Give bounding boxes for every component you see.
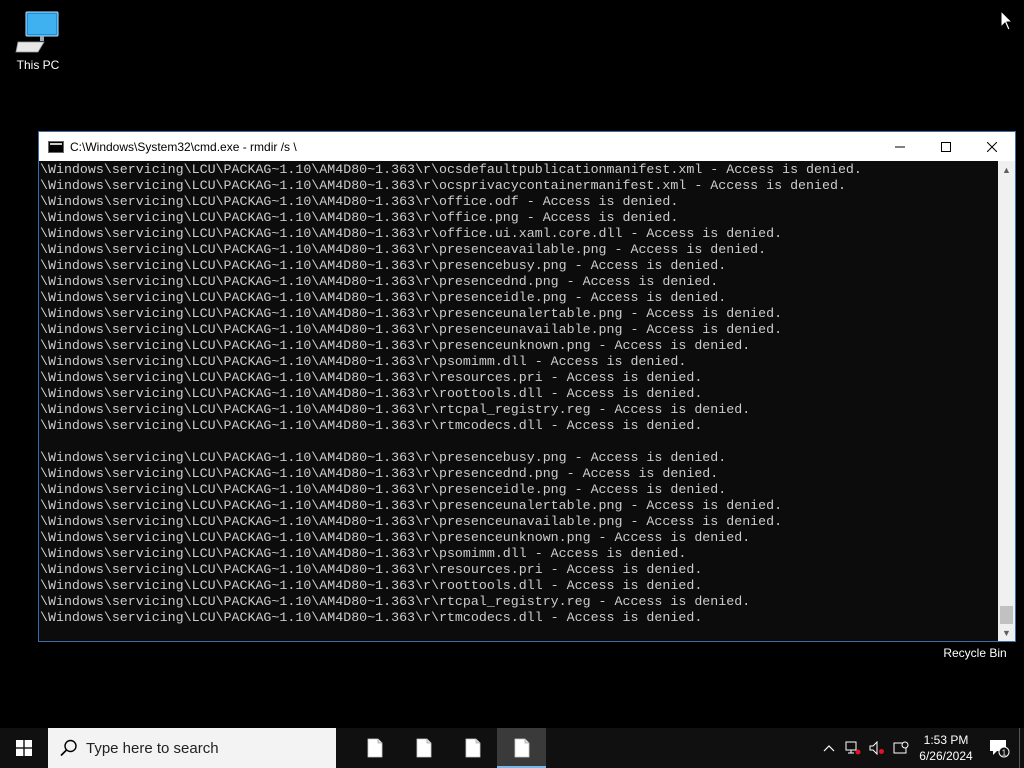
terminal-line: \Windows\servicing\LCU\PACKAG~1.10\AM4D8… xyxy=(40,322,783,337)
document-icon xyxy=(367,738,382,758)
search-placeholder: Type here to search xyxy=(86,739,219,757)
close-icon xyxy=(987,141,997,152)
terminal-line: \Windows\servicing\LCU\PACKAG~1.10\AM4D8… xyxy=(40,178,846,193)
clock-time: 1:53 PM xyxy=(923,733,969,747)
input-indicator-icon[interactable] xyxy=(889,728,913,768)
mouse-cursor-icon xyxy=(1000,10,1014,31)
terminal-line: \Windows\servicing\LCU\PACKAG~1.10\AM4D8… xyxy=(40,354,687,369)
terminal-line: \Windows\servicing\LCU\PACKAG~1.10\AM4D8… xyxy=(40,562,703,577)
terminal-line: \Windows\servicing\LCU\PACKAG~1.10\AM4D8… xyxy=(40,210,679,225)
terminal-line: \Windows\servicing\LCU\PACKAG~1.10\AM4D8… xyxy=(40,242,767,257)
title-bar[interactable]: C:\Windows\System32\cmd.exe - rmdir /s \ xyxy=(39,132,1015,161)
window-title: C:\Windows\System32\cmd.exe - rmdir /s \ xyxy=(70,139,297,154)
terminal-line: \Windows\servicing\LCU\PACKAG~1.10\AM4D8… xyxy=(40,418,703,433)
terminal-line: \Windows\servicing\LCU\PACKAG~1.10\AM4D8… xyxy=(40,194,679,209)
maximize-button[interactable] xyxy=(923,132,969,161)
terminal-line: \Windows\servicing\LCU\PACKAG~1.10\AM4D8… xyxy=(40,482,727,497)
taskbar-app-button[interactable] xyxy=(497,728,546,768)
terminal-line: \Windows\servicing\LCU\PACKAG~1.10\AM4D8… xyxy=(40,466,719,481)
taskbar-search-box[interactable]: Type here to search xyxy=(48,728,336,768)
document-icon xyxy=(465,738,480,758)
taskbar-app-button[interactable] xyxy=(399,728,448,768)
terminal-line: \Windows\servicing\LCU\PACKAG~1.10\AM4D8… xyxy=(40,514,783,529)
terminal-line: \Windows\servicing\LCU\PACKAG~1.10\AM4D8… xyxy=(40,594,751,609)
computer-icon xyxy=(15,11,59,53)
taskbar: Type here to search 1:53 PM 6/26/2024 1 xyxy=(0,728,1024,768)
close-button[interactable] xyxy=(969,132,1015,161)
taskbar-app-button[interactable] xyxy=(350,728,399,768)
maximize-icon xyxy=(941,141,951,152)
terminal-line: \Windows\servicing\LCU\PACKAG~1.10\AM4D8… xyxy=(40,162,862,177)
windows-logo-icon xyxy=(16,740,32,756)
terminal-line: \Windows\servicing\LCU\PACKAG~1.10\AM4D8… xyxy=(40,258,727,273)
terminal-line: \Windows\servicing\LCU\PACKAG~1.10\AM4D8… xyxy=(40,338,751,353)
vertical-scrollbar[interactable]: ▲ ▼ xyxy=(998,161,1015,641)
terminal-line: \Windows\servicing\LCU\PACKAG~1.10\AM4D8… xyxy=(40,530,751,545)
terminal-line: \Windows\servicing\LCU\PACKAG~1.10\AM4D8… xyxy=(40,290,727,305)
action-center-button[interactable]: 1 xyxy=(979,728,1019,768)
terminal-line: \Windows\servicing\LCU\PACKAG~1.10\AM4D8… xyxy=(40,306,783,321)
notification-count: 1 xyxy=(1002,749,1007,758)
terminal-line: \Windows\servicing\LCU\PACKAG~1.10\AM4D8… xyxy=(40,274,719,289)
scroll-up-arrow-icon[interactable]: ▲ xyxy=(998,161,1015,178)
show-hidden-icons-chevron-icon[interactable] xyxy=(817,728,841,768)
minimize-button[interactable] xyxy=(877,132,923,161)
terminal-line: \Windows\servicing\LCU\PACKAG~1.10\AM4D8… xyxy=(40,370,703,385)
clock-date: 6/26/2024 xyxy=(919,749,973,763)
terminal-line: \Windows\servicing\LCU\PACKAG~1.10\AM4D8… xyxy=(40,498,783,513)
terminal-line: \Windows\servicing\LCU\PACKAG~1.10\AM4D8… xyxy=(40,226,783,241)
network-icon[interactable] xyxy=(841,728,865,768)
terminal-line: \Windows\servicing\LCU\PACKAG~1.10\AM4D8… xyxy=(40,450,727,465)
scrollbar-thumb[interactable] xyxy=(1000,606,1013,624)
terminal-line: \Windows\servicing\LCU\PACKAG~1.10\AM4D8… xyxy=(40,546,687,561)
terminal-line: \Windows\servicing\LCU\PACKAG~1.10\AM4D8… xyxy=(40,610,703,625)
desktop-icon-this-pc[interactable]: This PC xyxy=(0,8,76,72)
taskbar-clock[interactable]: 1:53 PM 6/26/2024 xyxy=(913,732,979,764)
document-icon xyxy=(514,738,529,758)
terminal-line: \Windows\servicing\LCU\PACKAG~1.10\AM4D8… xyxy=(40,402,751,417)
terminal-line: \Windows\servicing\LCU\PACKAG~1.10\AM4D8… xyxy=(40,578,703,593)
taskbar-app-button[interactable] xyxy=(448,728,497,768)
cmd-window[interactable]: C:\Windows\System32\cmd.exe - rmdir /s \… xyxy=(38,131,1016,642)
search-icon xyxy=(60,739,77,757)
recycle-bin-label: Recycle Bin xyxy=(943,646,1007,660)
minimize-icon xyxy=(895,146,905,147)
start-button[interactable] xyxy=(0,728,48,768)
terminal-line: \Windows\servicing\LCU\PACKAG~1.10\AM4D8… xyxy=(40,386,703,401)
cmd-icon xyxy=(48,140,64,153)
this-pc-label: This PC xyxy=(16,58,60,72)
volume-muted-icon[interactable] xyxy=(865,728,889,768)
terminal-output[interactable]: \Windows\servicing\LCU\PACKAG~1.10\AM4D8… xyxy=(39,161,998,641)
show-desktop-button[interactable] xyxy=(1019,728,1024,768)
document-icon xyxy=(416,738,431,758)
notification-icon: 1 xyxy=(990,740,1010,758)
scroll-down-arrow-icon[interactable]: ▼ xyxy=(998,624,1015,641)
system-tray: 1:53 PM 6/26/2024 1 xyxy=(817,728,1024,768)
